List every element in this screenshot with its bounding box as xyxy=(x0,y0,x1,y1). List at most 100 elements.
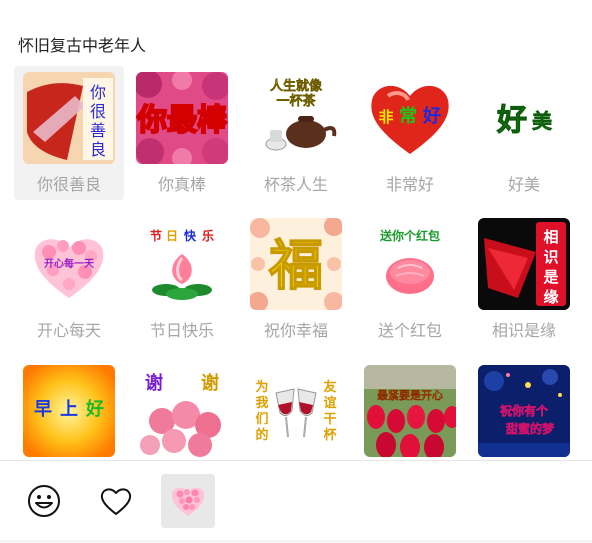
sticker-image: 为 我 们 的 友 谊 干 杯 xyxy=(250,365,342,457)
sticker-label: 祝你幸福 xyxy=(263,321,328,340)
sticker-item[interactable]: 为 我 们 的 友 谊 干 杯 xyxy=(241,359,351,460)
pack-title: 怀旧复古中老年人 xyxy=(18,36,147,55)
sticker-image: 好 美 xyxy=(478,72,570,164)
svg-text:谢: 谢 xyxy=(145,372,163,394)
holiday-sticker-art: 节 日 快 乐 xyxy=(136,218,228,310)
sticker-item[interactable]: 祝你有个 甜蜜的梦 xyxy=(469,359,579,460)
sticker-item[interactable]: 最紧要是开心 xyxy=(355,359,465,460)
svg-text:送你个红包: 送你个红包 xyxy=(379,228,440,243)
svg-text:一杯茶: 一杯茶 xyxy=(276,93,316,109)
sticker-image: 谢 谢 xyxy=(136,365,228,457)
cheers-sticker-art: 为 我 们 的 友 谊 干 杯 xyxy=(250,365,342,457)
sticker-image: 送你个红包 xyxy=(364,218,456,310)
svg-text:识: 识 xyxy=(543,248,558,266)
svg-text:好: 好 xyxy=(496,103,527,138)
sticker-item[interactable]: 福 祝你幸福 xyxy=(241,212,351,346)
svg-text:善: 善 xyxy=(90,121,106,140)
sticker-label: 节日快乐 xyxy=(149,321,214,340)
sticker-item[interactable]: 你最棒 你真棒 xyxy=(127,66,237,200)
sticker-image: 人生就像 一杯茶 xyxy=(250,72,342,164)
fortune-sticker-art: 福 xyxy=(250,218,342,310)
sticker-image: 你 很 善 良 xyxy=(23,72,115,164)
sweet-dream-sticker-art: 祝你有个 甜蜜的梦 xyxy=(478,365,570,457)
sticker-image: 相 识 是 缘 xyxy=(478,218,570,310)
smiley-icon xyxy=(28,485,60,517)
sticker-label: 送个红包 xyxy=(377,321,442,340)
tea-sticker-art: 人生就像 一杯茶 xyxy=(250,72,342,164)
best-sticker-art: 你最棒 xyxy=(136,72,228,164)
sticker-item[interactable]: 你 很 善 良 你很善良 xyxy=(14,66,124,200)
svg-text:友: 友 xyxy=(323,379,336,395)
sticker-image: 开心每一天 xyxy=(23,218,115,310)
sticker-label: 你很善良 xyxy=(36,175,101,194)
sticker-label: 你真棒 xyxy=(157,175,206,194)
sticker-image: 祝你有个 甜蜜的梦 xyxy=(478,365,570,457)
svg-text:干: 干 xyxy=(323,412,336,427)
sticker-item[interactable]: 相 识 是 缘 相识是缘 xyxy=(469,212,579,346)
sticker-image: 福 xyxy=(250,218,342,310)
emoji-tab[interactable] xyxy=(17,474,71,528)
svg-text:好: 好 xyxy=(85,398,104,420)
sticker-item[interactable]: 开心每一天 开心每天 xyxy=(14,212,124,346)
sticker-item[interactable]: 人生就像 一杯茶 杯茶人生 xyxy=(241,66,351,200)
sticker-label: 杯茶人生 xyxy=(263,175,328,194)
sticker-item[interactable]: 节 日 快 乐 节日快乐 xyxy=(127,212,237,346)
svg-text:人生就像: 人生就像 xyxy=(270,78,323,94)
sticker-panel: 怀旧复古中老年人 你 很 善 良 你很善良 你最棒 你真棒 人生就像 一杯茶 杯… xyxy=(0,0,592,543)
svg-text:甜蜜的梦: 甜蜜的梦 xyxy=(506,421,555,436)
flower-heart-icon xyxy=(171,487,205,516)
favorites-tab[interactable] xyxy=(89,474,143,528)
svg-text:祝你有个: 祝你有个 xyxy=(500,403,549,418)
fate-sticker-art: 相 识 是 缘 xyxy=(478,218,570,310)
svg-text:缘: 缘 xyxy=(543,288,558,306)
svg-text:的: 的 xyxy=(255,427,268,443)
svg-text:非: 非 xyxy=(378,108,393,126)
good-morning-sticker-art: 早 上 好 xyxy=(23,365,115,457)
svg-text:常: 常 xyxy=(399,105,417,127)
svg-text:你: 你 xyxy=(90,83,106,102)
sticker-image: 最紧要是开心 xyxy=(364,365,456,457)
svg-text:上: 上 xyxy=(60,399,78,420)
svg-text:是: 是 xyxy=(542,268,559,286)
svg-text:节: 节 xyxy=(150,228,162,243)
svg-text:杯: 杯 xyxy=(323,427,337,443)
heart-sticker-art: 非 常 好 xyxy=(364,72,456,164)
sticker-image: 早 上 好 xyxy=(23,365,115,457)
svg-text:福: 福 xyxy=(268,234,323,297)
sticker-pack-tab[interactable] xyxy=(161,474,215,528)
svg-text:很: 很 xyxy=(90,102,106,121)
svg-text:们: 们 xyxy=(255,411,268,427)
sticker-item[interactable]: 送你个红包 送个红包 xyxy=(355,212,465,346)
red-envelope-sticker-art: 送你个红包 xyxy=(364,218,456,310)
sticker-item[interactable]: 好 美 好美 xyxy=(469,66,579,200)
svg-text:早: 早 xyxy=(34,399,52,420)
kind-sticker-art: 你 很 善 良 xyxy=(23,72,115,164)
svg-text:谊: 谊 xyxy=(323,395,336,411)
sticker-label: 相识是缘 xyxy=(491,321,556,340)
svg-text:好: 好 xyxy=(422,105,441,127)
svg-text:美: 美 xyxy=(532,109,553,133)
sticker-item[interactable]: 谢 谢 xyxy=(127,359,237,460)
sticker-label: 好美 xyxy=(507,175,540,194)
heart-outline-icon xyxy=(100,488,132,515)
svg-text:你最棒: 你最棒 xyxy=(136,103,228,138)
svg-text:乐: 乐 xyxy=(202,228,214,243)
svg-text:谢: 谢 xyxy=(201,372,219,394)
sticker-item[interactable]: 早 上 好 xyxy=(14,359,124,460)
sticker-image: 你最棒 xyxy=(136,72,228,164)
svg-text:快: 快 xyxy=(184,228,197,243)
sticker-label: 开心每天 xyxy=(36,321,101,340)
thanks-sticker-art: 谢 谢 xyxy=(136,365,228,457)
happy-heart-sticker-art: 开心每一天 xyxy=(23,218,115,310)
svg-text:我: 我 xyxy=(255,395,268,411)
svg-text:良: 良 xyxy=(90,140,106,159)
svg-text:开心每一天: 开心每一天 xyxy=(44,257,95,270)
sticker-image: 非 常 好 xyxy=(364,72,456,164)
beautiful-sticker-art: 好 美 xyxy=(478,72,570,164)
sticker-item[interactable]: 非 常 好 非常好 xyxy=(355,66,465,200)
svg-text:日: 日 xyxy=(166,229,178,243)
sticker-grid[interactable]: 你 很 善 良 你很善良 你最棒 你真棒 人生就像 一杯茶 杯茶人生 非 常 好… xyxy=(0,66,592,460)
sticker-tab-bar xyxy=(0,460,592,543)
svg-text:相: 相 xyxy=(543,228,558,246)
sticker-image: 节 日 快 乐 xyxy=(136,218,228,310)
